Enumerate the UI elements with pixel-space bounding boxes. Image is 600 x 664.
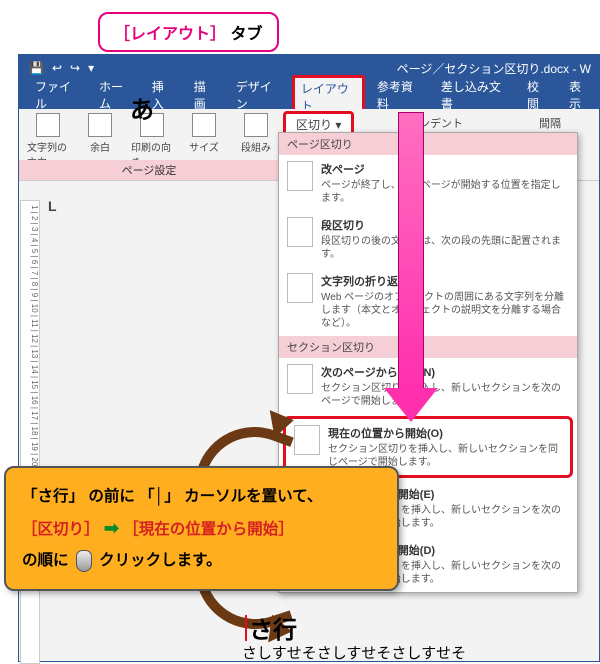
layout-word: レイアウト: [130, 26, 210, 43]
dd-header-page-breaks: ページ区切り: [279, 133, 577, 155]
bracket: ［: [114, 26, 130, 43]
dd-header-section-breaks: セクション区切り: [279, 336, 577, 358]
dd-title: 改ページ: [321, 161, 569, 177]
dd-desc: ページが終了し、次のページが開始する位置を指定します。: [321, 179, 569, 205]
dd-desc: 段区切りの後の文字列は、次の段の先頭に配置されます。: [321, 235, 569, 261]
next-page-icon: [287, 364, 313, 394]
redo-icon[interactable]: ↪: [70, 61, 80, 75]
text-wrap-icon: [287, 273, 313, 303]
txt: の前に: [88, 488, 135, 505]
tab-suffix: タブ: [231, 26, 263, 43]
dd-item-page-break[interactable]: 改ページページが終了し、次のページが開始する位置を指定します。: [279, 155, 577, 211]
txt: 「│」: [139, 488, 180, 505]
txt: カーソルを置いて、: [184, 488, 322, 505]
txt: します。: [161, 552, 221, 569]
callout-layout-tab: ［レイアウト］ タブ: [98, 12, 279, 52]
dd-title: 現在の位置から開始(O): [328, 425, 562, 441]
columns-icon: [244, 113, 268, 137]
btn-label: 段組み: [241, 139, 271, 154]
dd-title: 文字列の折り返し(T): [321, 273, 569, 289]
brown-arrow-up-head-icon: [270, 406, 297, 437]
text-direction-icon: [36, 113, 60, 137]
group-label-page-setup: ページ設定: [19, 160, 279, 180]
mouse-icon: [76, 550, 92, 572]
ribbon-tabs: ファイル ホーム 挿入 描画 デザイン レイアウト 参考資料 差し込み文書 校閲…: [19, 81, 599, 109]
spacing-label: 間隔: [539, 115, 561, 131]
kana-line: さしすせそさしすせそさしすせそ: [242, 642, 466, 663]
txt: クリック: [99, 552, 161, 569]
quick-access-toolbar: 💾 ↩ ↪ ▾: [19, 61, 94, 75]
txt-red: ［現在の位置から開始］: [123, 521, 294, 538]
txt-red: ［区切り］: [22, 521, 100, 538]
pink-arrow-head-icon: [384, 388, 438, 422]
undo-icon[interactable]: ↩: [52, 61, 62, 75]
pink-arrow-icon: [398, 112, 424, 392]
instruction-callout: 「さ行」 の前に 「│」 カーソルを置いて、 ［区切り］ ➡ ［現在の位置から開…: [4, 466, 399, 591]
continuous-icon: [294, 425, 320, 455]
btn-label: 余白: [90, 139, 110, 154]
dd-item-column-break[interactable]: 段区切り段区切りの後の文字列は、次の段の先頭に配置されます。: [279, 211, 577, 267]
indent-label: ンデント: [419, 115, 463, 131]
text-cursor-icon: [245, 615, 247, 641]
heading-text: さ行: [249, 610, 297, 645]
save-icon[interactable]: 💾: [29, 61, 44, 75]
sagyou-heading: さ行: [245, 610, 297, 645]
size-icon: [192, 113, 216, 137]
qat-more-icon[interactable]: ▾: [88, 61, 94, 75]
column-break-icon: [287, 217, 313, 247]
dd-title: 次のページから開始(N): [321, 364, 569, 380]
dd-desc: Web ページのオブジェクトの周囲にある文字列を分離します（本文とオブジェクトの…: [321, 291, 569, 330]
page-break-icon: [287, 161, 313, 191]
bracket: ］: [210, 26, 226, 43]
txt: 「さ行」: [22, 488, 84, 505]
dd-title: 段区切り: [321, 217, 569, 233]
dd-desc: セクション区切りを挿入し、新しいセクションを次のページで開始します。: [321, 382, 569, 408]
dd-item-text-wrapping[interactable]: 文字列の折り返し(T) Web ページのオブジェクトの周囲にある文字列を分離します…: [279, 267, 577, 336]
green-arrow-icon: ➡: [104, 518, 119, 538]
txt: の順に: [22, 552, 69, 569]
btn-label: サイズ: [189, 139, 219, 154]
vertical-ruler: 1 | 2 | 3 | 4 | 5 | 6 | 7 | 8 | 9 | 10 |…: [20, 200, 40, 664]
margins-icon: [88, 113, 112, 137]
doc-heading-fragment: あ: [130, 90, 154, 125]
tab-stop-icon: L: [48, 198, 57, 214]
